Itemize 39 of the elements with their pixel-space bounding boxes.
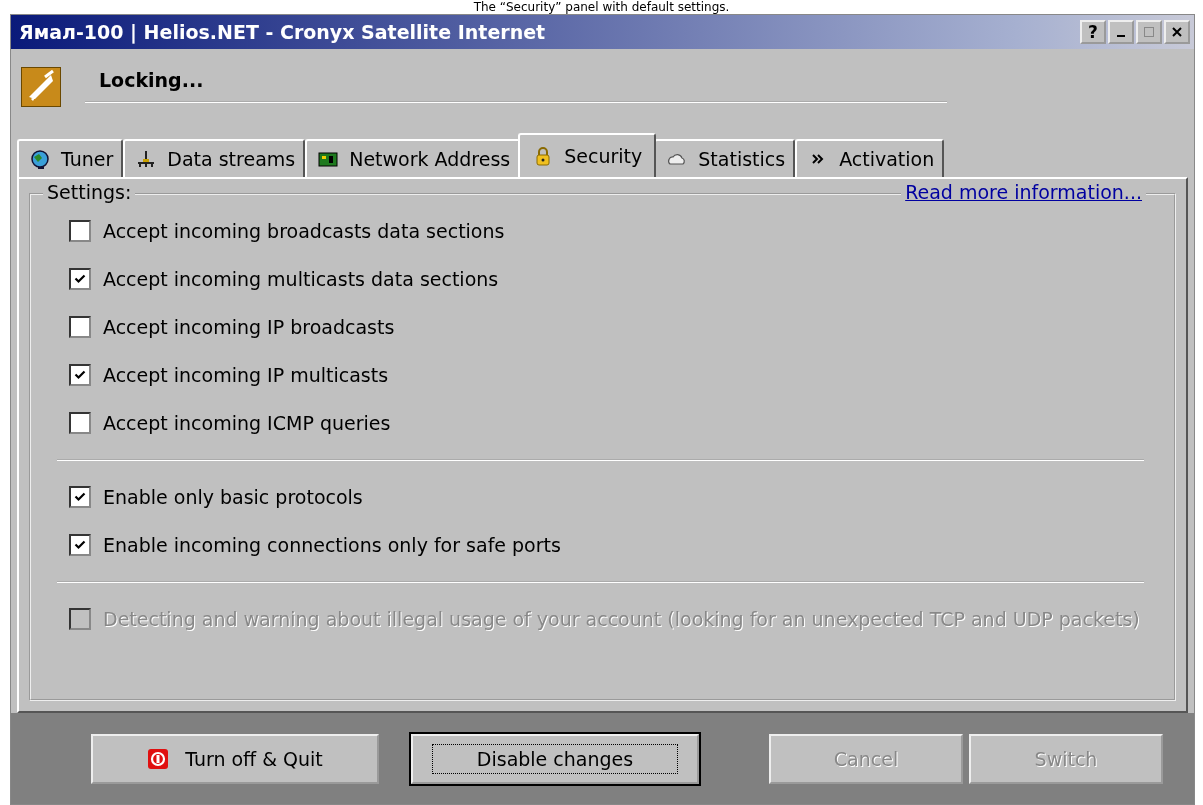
minimize-button[interactable]	[1108, 20, 1134, 44]
power-icon	[147, 747, 170, 770]
checkbox[interactable]	[69, 268, 91, 290]
info-link[interactable]: Read more information...	[901, 181, 1146, 203]
checkmark-icon	[74, 369, 86, 381]
checkbox[interactable]	[69, 534, 91, 556]
checkbox-label: Accept incoming IP broadcasts	[103, 316, 395, 338]
help-button[interactable]: ?	[1080, 20, 1106, 44]
checkmark-icon	[74, 491, 86, 503]
checkbox[interactable]	[69, 316, 91, 338]
close-button[interactable]	[1164, 20, 1190, 44]
caption: The “Security” panel with default settings.	[473, 0, 730, 14]
globe-icon	[29, 148, 51, 170]
checkbox[interactable]	[69, 486, 91, 508]
checkbox[interactable]	[69, 220, 91, 242]
tab[interactable]: Security	[518, 133, 657, 177]
default-button[interactable]: Disable changes	[411, 733, 699, 784]
checkbox[interactable]	[69, 364, 91, 386]
checkbox-label: Accept incoming broadcasts data sections	[103, 220, 505, 242]
status-text: Locking...	[99, 69, 204, 91]
checkbox-label: Accept incoming ICMP queries	[103, 412, 391, 434]
checkbox-label: Accept incoming multicasts data sections	[103, 268, 499, 290]
tab[interactable]: Activation	[795, 139, 945, 177]
tab[interactable]: Statistics	[654, 139, 796, 177]
window-title: Ямал-100 | Helios.NET - Cronyx Satellite Internet	[18, 21, 546, 43]
checkbox-label: Accept incoming IP multicasts	[103, 364, 389, 386]
tab[interactable]: Tuner	[17, 139, 124, 177]
close-icon	[1172, 27, 1182, 37]
tab[interactable]: Data streams	[123, 139, 306, 177]
checkmark-icon	[74, 539, 86, 551]
quit-button[interactable]: Turn off & Quit	[91, 733, 379, 784]
group-title: Settings:	[43, 181, 136, 203]
maximize-icon	[1144, 27, 1154, 37]
checkbox-label: Detecting and warning about illegal usage of your account (looking for an unexpected TCP and UDP packets)	[103, 608, 1140, 630]
checkbox-label: Enable incoming connections only for safe ports	[103, 534, 561, 556]
checkbox[interactable]	[69, 412, 91, 434]
checkmark-icon	[74, 273, 86, 285]
minimize-icon	[1117, 35, 1125, 37]
checkbox-label: Enable only basic protocols	[103, 486, 363, 508]
